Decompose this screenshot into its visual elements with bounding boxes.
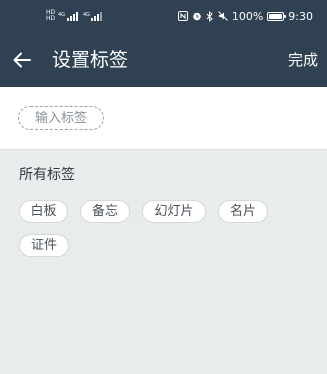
svg-text:4G: 4G bbox=[83, 12, 90, 18]
done-button[interactable]: 完成 bbox=[288, 50, 318, 70]
battery-percent: 100% bbox=[231, 9, 264, 23]
sim2-hd-label: HD bbox=[46, 15, 56, 22]
nfc-icon bbox=[177, 11, 188, 21]
mute-icon bbox=[217, 11, 228, 21]
tag-chip-whiteboard[interactable]: 白板 bbox=[19, 200, 68, 223]
svg-text:4G: 4G bbox=[58, 12, 65, 18]
arrow-left-icon bbox=[13, 52, 31, 68]
clock: 9:30 bbox=[288, 9, 313, 23]
tag-chip-business-card[interactable]: 名片 bbox=[218, 200, 268, 223]
bluetooth-icon bbox=[206, 10, 213, 22]
tag-input-section bbox=[0, 87, 327, 150]
alarm-icon bbox=[193, 12, 201, 21]
status-right: 100% 9:30 bbox=[177, 9, 313, 23]
battery-level bbox=[269, 13, 283, 19]
page-title: 设置标签 bbox=[52, 49, 129, 71]
tag-input[interactable] bbox=[18, 106, 104, 130]
battery-icon bbox=[267, 11, 287, 21]
signal-strength-icon-2: 4G bbox=[83, 12, 103, 21]
tag-chip-slides[interactable]: 幻灯片 bbox=[142, 200, 206, 223]
status-bar: HD HD 4G 4G 100% 9:30 bbox=[0, 0, 327, 38]
tag-chip-id-document[interactable]: 证件 bbox=[19, 234, 69, 257]
tag-chip-memo[interactable]: 备忘 bbox=[80, 200, 130, 223]
back-button[interactable] bbox=[10, 48, 34, 72]
toolbar: 设置标签 完成 bbox=[0, 38, 327, 82]
sim-signals: HD HD 4G 4G bbox=[46, 9, 106, 23]
signal-strength-icon: 4G bbox=[58, 12, 79, 21]
app-header: HD HD 4G 4G 100% 9:30 设置标签 完成 bbox=[0, 0, 327, 87]
all-tags-heading: 所有标签 bbox=[19, 167, 75, 183]
